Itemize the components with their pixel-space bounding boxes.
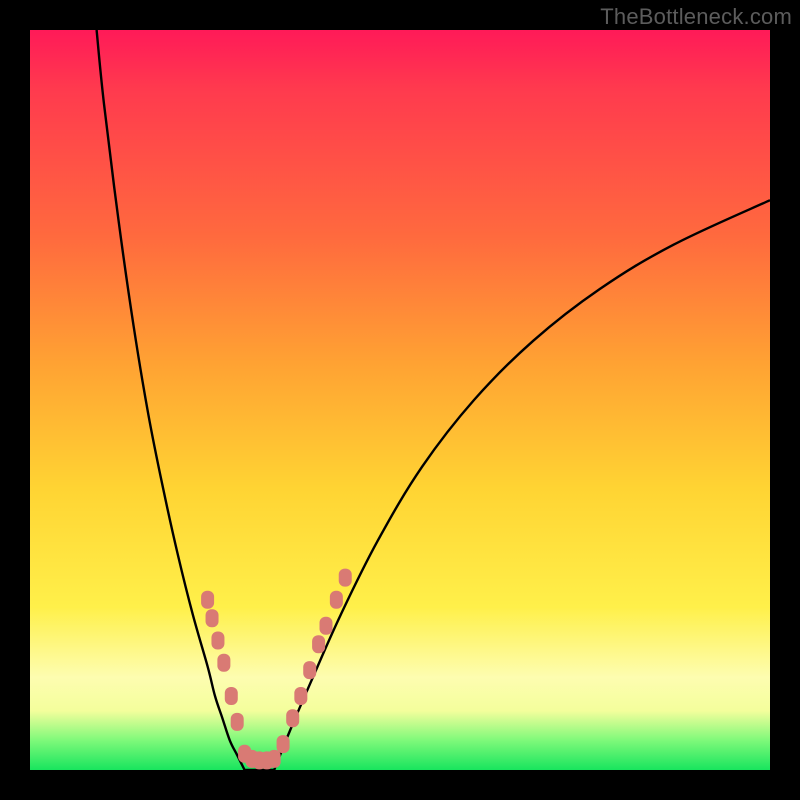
highlight-dot	[211, 632, 224, 650]
marker-group	[201, 569, 352, 770]
highlight-dot	[206, 609, 219, 627]
highlight-dot	[320, 617, 333, 635]
highlight-dot	[339, 569, 352, 587]
highlight-dot	[294, 687, 307, 705]
plot-area	[30, 30, 770, 770]
highlight-dot	[312, 635, 325, 653]
highlight-dot	[217, 654, 230, 672]
watermark-text: TheBottleneck.com	[600, 4, 792, 30]
highlight-dot	[303, 661, 316, 679]
bottleneck-curve	[97, 30, 770, 773]
curve-svg	[30, 30, 770, 770]
highlight-dot	[201, 591, 214, 609]
highlight-dot	[231, 713, 244, 731]
highlight-dot	[225, 687, 238, 705]
highlight-dot	[330, 591, 343, 609]
highlight-dot	[286, 709, 299, 727]
highlight-dot	[268, 750, 281, 768]
outer-frame: TheBottleneck.com	[0, 0, 800, 800]
highlight-dot	[277, 735, 290, 753]
